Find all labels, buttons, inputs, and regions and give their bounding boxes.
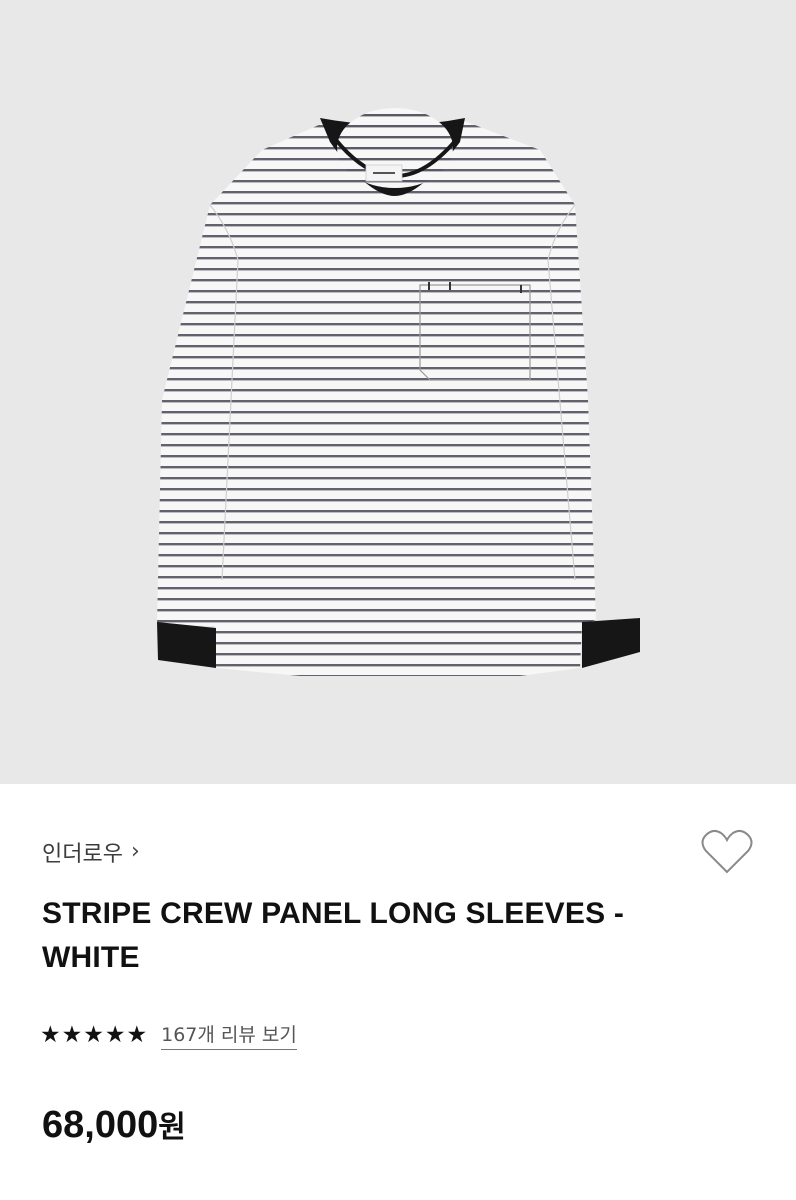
product-image[interactable] bbox=[0, 0, 796, 784]
chevron-right-icon: › bbox=[130, 839, 140, 864]
shirt-illustration bbox=[157, 108, 640, 676]
star-filled-icon: ★ bbox=[61, 1021, 83, 1048]
price-unit: 원 bbox=[158, 1110, 186, 1145]
product-info: 인더로우 › STRIPE CREW PANEL LONG SLEEVES - … bbox=[0, 784, 796, 1200]
product-title-line-1: STRIPE CREW PANEL LONG SLEEVES - bbox=[42, 897, 625, 930]
rating-row: ★ ★ ★ ★ ★ 167개 리뷰 보기 bbox=[40, 1020, 297, 1050]
view-reviews-link[interactable]: 167개 리뷰 보기 bbox=[161, 1020, 297, 1050]
price-amount: 68,000 bbox=[42, 1104, 159, 1146]
brand-link[interactable]: 인더로우 › bbox=[42, 836, 140, 868]
star-filled-icon: ★ bbox=[126, 1021, 148, 1048]
star-rating: ★ ★ ★ ★ ★ bbox=[40, 1021, 148, 1048]
product-title: STRIPE CREW PANEL LONG SLEEVES - WHITE bbox=[42, 892, 662, 980]
brand-name: 인더로우 bbox=[42, 842, 123, 867]
star-filled-icon: ★ bbox=[83, 1021, 104, 1048]
product-title-line-2: WHITE bbox=[42, 941, 140, 974]
star-filled-icon: ★ bbox=[104, 1021, 126, 1048]
product-price: 68,000 원 bbox=[42, 1102, 186, 1147]
wishlist-heart-icon[interactable] bbox=[700, 828, 754, 876]
star-filled-icon: ★ bbox=[40, 1021, 61, 1048]
